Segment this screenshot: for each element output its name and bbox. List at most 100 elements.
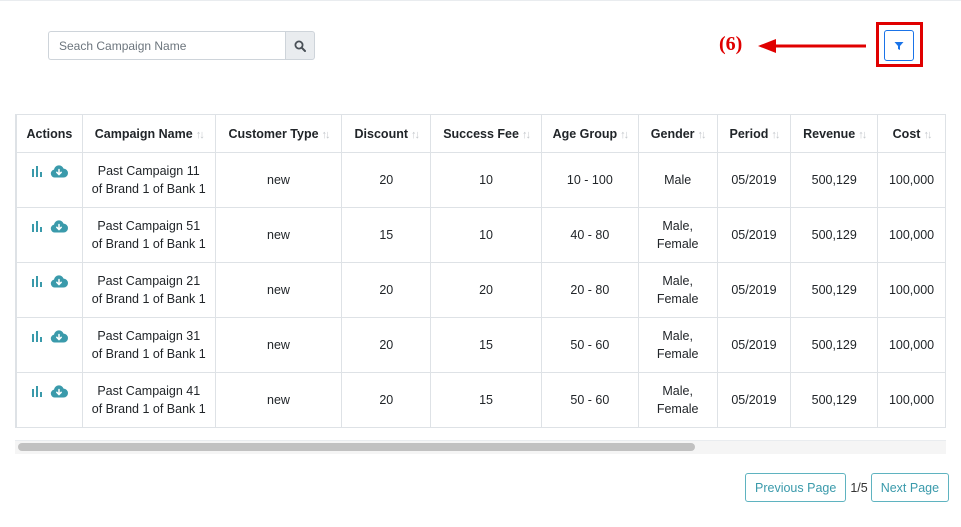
gender-line: Male, (662, 329, 693, 343)
cell-success-fee: 15 (430, 317, 542, 373)
cell-campaign-name: Past Campaign 21 of Brand 1 of Bank 1 (81, 262, 216, 318)
sort-icon[interactable]: ↑↓ (698, 129, 707, 141)
cell-customer-type: new (214, 262, 343, 318)
cell-cost: 100,000 (877, 207, 946, 263)
campaign-name-line: of Brand 1 of Bank 1 (91, 292, 206, 306)
sort-icon[interactable]: ↑↓ (196, 129, 205, 141)
cell-actions (16, 317, 83, 373)
campaign-name-line: Past Campaign 31 (97, 329, 201, 343)
bar-chart-icon[interactable] (31, 386, 44, 397)
sort-icon[interactable]: ↑↓ (322, 129, 331, 141)
bar-chart-icon[interactable] (31, 276, 44, 287)
cell-discount: 20 (341, 317, 432, 373)
header-label: Customer Type (228, 126, 319, 141)
top-divider (0, 0, 961, 1)
cell-age-group: 10 - 100 (540, 152, 639, 208)
previous-page-button[interactable]: Previous Page (745, 473, 847, 502)
cell-cost: 100,000 (877, 152, 946, 208)
cloud-download-icon[interactable] (50, 165, 68, 178)
action-icons (21, 165, 78, 178)
column-header-discount[interactable]: Discount ↑↓ (341, 114, 432, 153)
cell-age-group: 20 - 80 (540, 262, 639, 318)
header-label: Revenue (803, 126, 856, 141)
cell-actions (16, 262, 83, 318)
sort-icon[interactable]: ↑↓ (771, 129, 780, 141)
cell-revenue: 500,129 (790, 372, 879, 428)
column-header-customer-type[interactable]: Customer Type ↑↓ (214, 114, 343, 153)
annotation-arrow-icon (758, 39, 866, 53)
cell-age-group: 50 - 60 (540, 317, 639, 373)
cell-actions (16, 372, 83, 428)
header-label: Success Fee (443, 126, 519, 141)
sort-icon[interactable]: ↑↓ (522, 129, 531, 141)
column-header-cost[interactable]: Cost ↑↓ (877, 114, 946, 153)
cell-cost: 100,000 (877, 317, 946, 373)
cell-gender: Male, Female (637, 317, 718, 373)
cell-customer-type: new (214, 317, 343, 373)
cloud-download-icon[interactable] (50, 220, 68, 233)
sort-icon[interactable]: ↑↓ (858, 129, 867, 141)
cloud-download-icon[interactable] (50, 385, 68, 398)
filter-button[interactable] (884, 30, 914, 61)
campaign-name-line: of Brand 1 of Bank 1 (91, 402, 206, 416)
cell-gender: Male (637, 152, 718, 208)
gender-line: Female (656, 402, 699, 416)
column-header-campaign-name[interactable]: Campaign Name ↑↓ (81, 114, 216, 153)
column-header-age-group[interactable]: Age Group ↑↓ (540, 114, 639, 153)
header-label: Actions (26, 126, 73, 141)
cell-cost: 100,000 (877, 262, 946, 318)
action-icons (21, 330, 78, 343)
column-header-success-fee[interactable]: Success Fee ↑↓ (430, 114, 542, 153)
cell-period: 05/2019 (716, 207, 792, 263)
column-header-revenue[interactable]: Revenue ↑↓ (790, 114, 879, 153)
gender-line: Male (664, 173, 692, 187)
gender-line: Female (656, 292, 699, 306)
cell-success-fee: 15 (430, 372, 542, 428)
campaign-table-container: Actions Campaign Name ↑↓ Customer Type ↑↓ … (15, 114, 946, 428)
header-label: Discount (354, 126, 409, 141)
search-button[interactable] (285, 31, 315, 60)
bar-chart-icon[interactable] (31, 166, 44, 177)
cell-revenue: 500,129 (790, 207, 879, 263)
cell-discount: 20 (341, 262, 432, 318)
next-page-button[interactable]: Next Page (870, 473, 950, 502)
header-label: Cost (892, 126, 921, 141)
header-label: Campaign Name (94, 126, 193, 141)
table-row: Past Campaign 11 of Brand 1 of Bank 1 new 2… (16, 152, 946, 208)
search-input[interactable] (48, 31, 285, 60)
table-row: Past Campaign 31 of Brand 1 of Bank 1 new 2… (16, 317, 946, 373)
bar-chart-icon[interactable] (31, 221, 44, 232)
campaign-name-line: of Brand 1 of Bank 1 (91, 347, 206, 361)
cell-success-fee: 20 (430, 262, 542, 318)
sort-icon[interactable]: ↑↓ (620, 129, 629, 141)
sort-icon[interactable]: ↑↓ (923, 129, 932, 141)
cell-gender: Male, Female (637, 372, 718, 428)
campaign-name-line: of Brand 1 of Bank 1 (91, 182, 206, 196)
cell-gender: Male, Female (637, 207, 718, 263)
cell-campaign-name: Past Campaign 11 of Brand 1 of Bank 1 (81, 152, 216, 208)
cell-age-group: 50 - 60 (540, 372, 639, 428)
campaign-name-line: of Brand 1 of Bank 1 (91, 237, 206, 251)
cloud-download-icon[interactable] (50, 275, 68, 288)
cell-age-group: 40 - 80 (540, 207, 639, 263)
cell-campaign-name: Past Campaign 51 of Brand 1 of Bank 1 (81, 207, 216, 263)
cell-customer-type: new (214, 207, 343, 263)
table-row: Past Campaign 21 of Brand 1 of Bank 1 new 2… (16, 262, 946, 318)
column-header-period[interactable]: Period ↑↓ (716, 114, 792, 153)
action-icons (21, 220, 78, 233)
bar-chart-icon[interactable] (31, 331, 44, 342)
cloud-download-icon[interactable] (50, 330, 68, 343)
column-header-gender[interactable]: Gender ↑↓ (637, 114, 718, 153)
table-header-row: Actions Campaign Name ↑↓ Customer Type ↑↓ … (16, 114, 946, 153)
cell-revenue: 500,129 (790, 262, 879, 318)
sort-icon[interactable]: ↑↓ (411, 129, 420, 141)
gender-line: Male, (662, 274, 693, 288)
page-count: 1/5 (850, 480, 868, 495)
search-bar (48, 31, 315, 60)
search-icon (294, 40, 306, 52)
cell-customer-type: new (214, 152, 343, 208)
cell-period: 05/2019 (716, 262, 792, 318)
scrollbar-thumb[interactable] (18, 443, 695, 451)
cell-success-fee: 10 (430, 207, 542, 263)
campaign-table: Actions Campaign Name ↑↓ Customer Type ↑↓ … (16, 114, 946, 428)
